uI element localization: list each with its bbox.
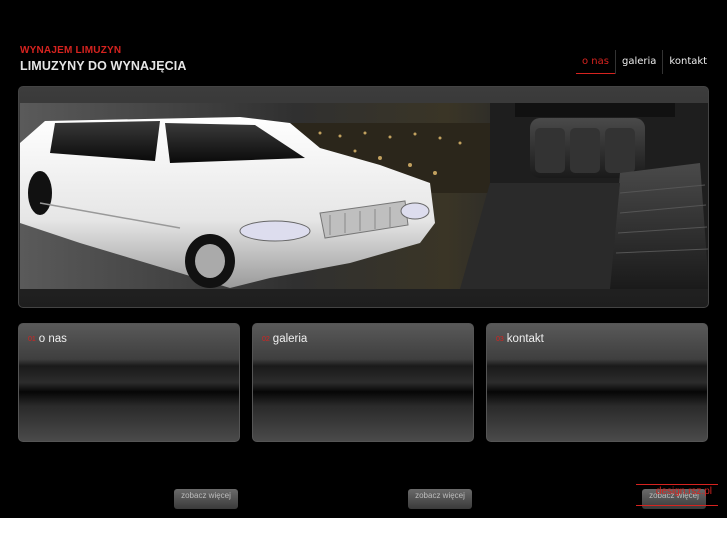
page: WYNAJEM LIMUZYN LIMUZYNY DO WYNAJĘCIA o …	[0, 0, 727, 518]
brand-tagline: WYNAJEM LIMUZYN	[20, 45, 122, 56]
hero-banner	[18, 86, 709, 308]
box-number: 02	[262, 336, 270, 343]
box-label: o nas	[38, 333, 67, 345]
box-o-nas[interactable]: 01 o nas	[18, 323, 240, 442]
brand-title: LIMUZYNY DO WYNAJĘCIA	[20, 59, 187, 73]
box-title: 01 o nas	[28, 333, 67, 345]
box-number: 01	[28, 336, 36, 343]
limousine-photo	[20, 103, 708, 289]
box-number: 03	[496, 336, 504, 343]
brand-logo[interactable]: WYNAJEM LIMUZYN LIMUZYNY DO WYNAJĘCIA	[20, 45, 186, 73]
box-title: 02 galeria	[262, 333, 307, 345]
nav-item-kontakt[interactable]: kontakt	[662, 50, 713, 74]
box-label: galeria	[272, 333, 308, 345]
credit-link[interactable]: design.rsz.pl	[636, 484, 718, 506]
box-title: 03 kontakt	[496, 333, 544, 345]
top-nav: o nas galeria kontakt	[576, 50, 713, 74]
more-button-galeria[interactable]: zobacz więcej	[408, 489, 472, 509]
nav-item-galeria[interactable]: galeria	[614, 50, 662, 74]
nav-item-o-nas[interactable]: o nas	[576, 50, 615, 74]
box-galeria[interactable]: 02 galeria	[252, 323, 474, 442]
box-kontakt[interactable]: 03 kontakt	[486, 323, 708, 442]
box-label: kontakt	[506, 333, 544, 345]
more-button-o-nas[interactable]: zobacz więcej	[174, 489, 238, 509]
